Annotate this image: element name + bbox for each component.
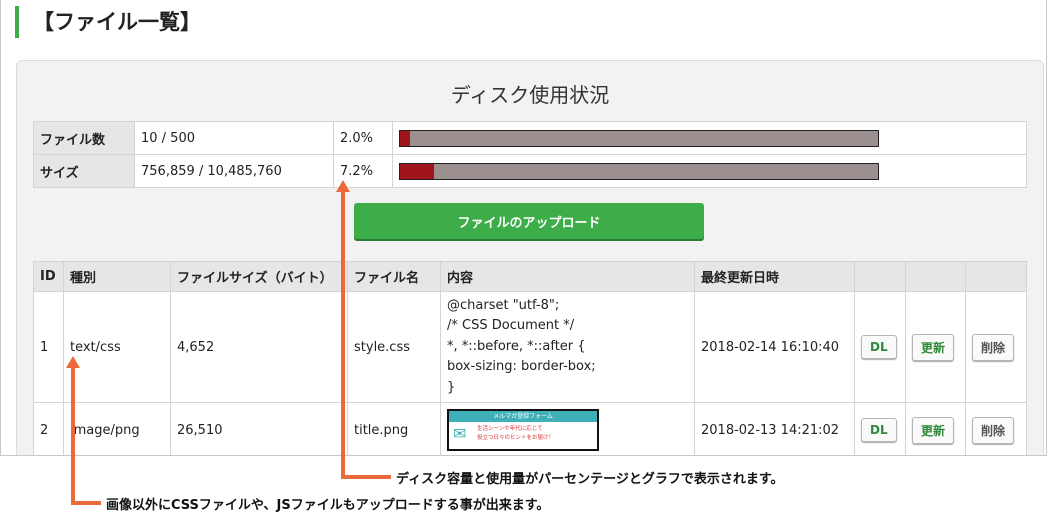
download-cell: DL — [854, 402, 906, 455]
usage-bar-cell — [392, 121, 1027, 155]
file-content-preview: メルマガ登録フォーム ✉ 生活シーンや年代に応じて 役立つ日々のヒントをお届け！ — [440, 402, 695, 455]
content-line: } — [447, 379, 456, 395]
download-button[interactable]: DL — [861, 418, 897, 442]
column-header-filename: ファイル名 — [347, 261, 441, 292]
thumbnail-caption: 生活シーンや年代に応じて 役立つ日々のヒントをお届け！ — [477, 425, 593, 443]
content-line: box-sizing: border-box; — [447, 359, 596, 375]
update-cell: 更新 — [905, 402, 966, 455]
type-note-text: 画像以外にCSSファイルや、JSファイルもアップロードする事が出来ます。 — [106, 498, 550, 513]
column-header-update — [905, 261, 966, 292]
file-updated: 2018-02-13 14:21:02 — [694, 402, 855, 455]
file-content-preview: @charset "utf-8"; /* CSS Document */ *, … — [440, 291, 695, 403]
table-row: 1 text/css 4,652 style.css @charset "utf… — [33, 291, 1027, 403]
file-size: 4,652 — [170, 291, 348, 403]
file-list-window: 【ファイル一覧】 ディスク使用状況 ファイル数 10 / 500 2.0% サイ… — [0, 0, 1047, 456]
file-name: style.css — [347, 291, 441, 403]
usage-progress-fill — [400, 163, 435, 179]
disk-usage-title: ディスク使用状況 — [450, 83, 610, 107]
file-size: 26,510 — [170, 402, 348, 455]
column-header-updated: 最終更新日時 — [694, 261, 855, 292]
column-header-id: ID — [33, 261, 64, 292]
update-cell: 更新 — [905, 291, 966, 403]
delete-cell: 削除 — [965, 291, 1027, 403]
usage-value: 756,859 / 10,485,760 — [134, 154, 334, 188]
arrow-shaft — [71, 367, 75, 505]
usage-value: 10 / 500 — [134, 121, 334, 155]
envelope-icon: ✉ — [453, 424, 467, 443]
usage-row-count: ファイル数 10 / 500 2.0% — [33, 121, 1027, 155]
column-header-download — [854, 261, 906, 292]
download-cell: DL — [854, 291, 906, 403]
update-button[interactable]: 更新 — [912, 416, 955, 444]
disk-usage-table: ファイル数 10 / 500 2.0% サイズ 756,859 / 10,485… — [33, 121, 1027, 188]
column-header-size: ファイルサイズ（バイト） — [170, 261, 348, 292]
delete-button[interactable]: 削除 — [972, 333, 1015, 361]
arrow-shaft — [341, 191, 345, 479]
file-type: text/css — [63, 291, 171, 403]
column-header-content: 内容 — [440, 261, 695, 292]
update-button[interactable]: 更新 — [912, 333, 955, 361]
file-id: 1 — [33, 291, 64, 403]
file-table-header: ID 種別 ファイルサイズ（バイト） ファイル名 内容 最終更新日時 — [33, 261, 1027, 292]
usage-percent: 2.0% — [333, 121, 393, 155]
thumbnail-caption-line: 役立つ日々のヒントをお届け！ — [477, 435, 555, 441]
usage-row-size: サイズ 756,859 / 10,485,760 7.2% — [33, 154, 1027, 188]
content-line: *, *::before, *::after { — [447, 338, 586, 354]
file-name: title.png — [347, 402, 441, 455]
disk-usage-panel: ディスク使用状況 ファイル数 10 / 500 2.0% サイズ 756,859… — [16, 60, 1044, 455]
file-updated: 2018-02-14 16:10:40 — [694, 291, 855, 403]
arrow-shaft — [71, 501, 101, 505]
file-id: 2 — [33, 402, 64, 455]
file-type: image/png — [63, 402, 171, 455]
thumbnail-banner: メルマガ登録フォーム — [449, 411, 597, 422]
column-header-delete — [965, 261, 1027, 292]
column-header-type: 種別 — [63, 261, 171, 292]
download-button[interactable]: DL — [861, 335, 897, 359]
upload-file-button[interactable]: ファイルのアップロード — [354, 203, 704, 239]
content-line: /* CSS Document */ — [447, 318, 575, 334]
disk-note-text: ディスク容量と使用量がパーセンテージとグラフで表示されます。 — [396, 472, 784, 487]
page-title: 【ファイル一覧】 — [15, 6, 201, 38]
delete-button[interactable]: 削除 — [972, 416, 1015, 444]
usage-progress-bar — [399, 162, 879, 180]
usage-progress-fill — [400, 130, 410, 146]
usage-bar-cell — [392, 154, 1027, 188]
content-line: @charset "utf-8"; — [447, 297, 560, 313]
usage-progress-bar — [399, 129, 879, 147]
delete-cell: 削除 — [965, 402, 1027, 455]
image-thumbnail: メルマガ登録フォーム ✉ 生活シーンや年代に応じて 役立つ日々のヒントをお届け！ — [447, 409, 599, 451]
table-row: 2 image/png 26,510 title.png メルマガ登録フォーム … — [33, 402, 1027, 455]
arrow-shaft — [341, 475, 391, 479]
file-table: ID 種別 ファイルサイズ（バイト） ファイル名 内容 最終更新日時 1 tex… — [33, 261, 1027, 455]
thumbnail-caption-line: 生活シーンや年代に応じて — [477, 426, 543, 432]
usage-label: サイズ — [33, 154, 135, 188]
usage-label: ファイル数 — [33, 121, 135, 155]
